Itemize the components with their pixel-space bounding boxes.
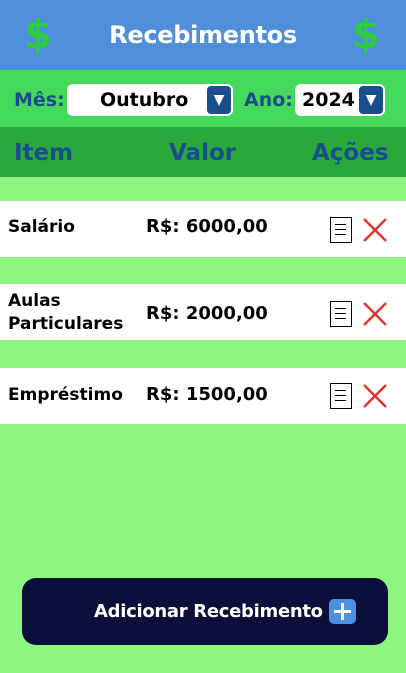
- table-row: Empréstimo R$: 1500,00: [0, 368, 406, 424]
- column-header-item: Item: [14, 140, 74, 166]
- close-icon[interactable]: [361, 382, 389, 410]
- add-button-label: Adicionar Recebimento: [94, 601, 323, 622]
- year-value: 2024: [302, 89, 355, 111]
- chevron-down-icon[interactable]: ▼: [207, 86, 231, 114]
- table-row: Salário R$: 6000,00: [0, 201, 406, 257]
- document-icon[interactable]: [330, 217, 352, 243]
- document-icon[interactable]: [330, 301, 352, 327]
- column-header-valor: Valor: [169, 140, 237, 166]
- add-income-button[interactable]: Adicionar Recebimento: [22, 578, 388, 645]
- item-name: Empréstimo: [8, 385, 123, 405]
- document-icon[interactable]: [330, 383, 352, 409]
- close-icon[interactable]: [361, 300, 389, 328]
- app-header: $ Recebimentos $: [0, 0, 406, 70]
- month-value: Outubro: [100, 89, 189, 111]
- year-select[interactable]: 2024 ▼: [295, 84, 385, 116]
- item-name-line2: Particulares: [8, 314, 124, 334]
- close-icon[interactable]: [361, 216, 389, 244]
- table-row: Aulas Particulares R$: 2000,00: [0, 284, 406, 340]
- chevron-down-icon[interactable]: ▼: [359, 86, 383, 114]
- item-value: R$: 6000,00: [146, 216, 268, 237]
- item-value: R$: 2000,00: [146, 303, 268, 324]
- column-header-acoes: Ações: [312, 140, 389, 166]
- filter-bar: Mês: Outubro ▼ Ano: 2024 ▼: [0, 70, 406, 127]
- plus-icon: [329, 599, 356, 624]
- year-label: Ano:: [244, 89, 293, 111]
- month-select[interactable]: Outubro ▼: [67, 84, 233, 116]
- item-name: Salário: [8, 217, 75, 237]
- table-header: Item Valor Ações: [0, 127, 406, 177]
- item-value: R$: 1500,00: [146, 384, 268, 405]
- month-label: Mês:: [14, 89, 65, 111]
- page-title: Recebimentos: [109, 21, 297, 49]
- dollar-icon: $: [352, 12, 380, 58]
- item-name-line1: Aulas: [8, 291, 61, 311]
